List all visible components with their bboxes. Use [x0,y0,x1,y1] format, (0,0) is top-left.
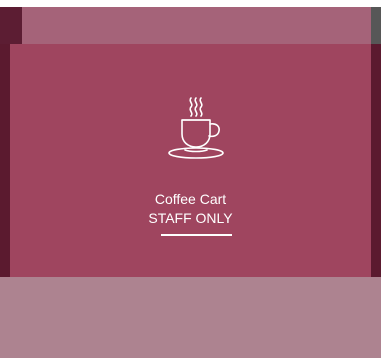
coffee-cup-icon [168,97,224,159]
top-adjacent-tile[interactable] [0,7,381,44]
tile-subtitle: STAFF ONLY [148,210,233,226]
top-gap [0,0,381,7]
tile-underline [161,234,232,236]
tile-screen: Coffee Cart STAFF ONLY [0,0,381,358]
tile-title: Coffee Cart [154,191,227,207]
top-band-right-edge [371,7,381,44]
top-band-left-edge [0,7,22,44]
coffee-cart-tile[interactable]: Coffee Cart STAFF ONLY [10,44,371,277]
right-rail [371,44,381,277]
left-rail [0,44,10,277]
bottom-adjacent-tile[interactable] [0,277,381,358]
